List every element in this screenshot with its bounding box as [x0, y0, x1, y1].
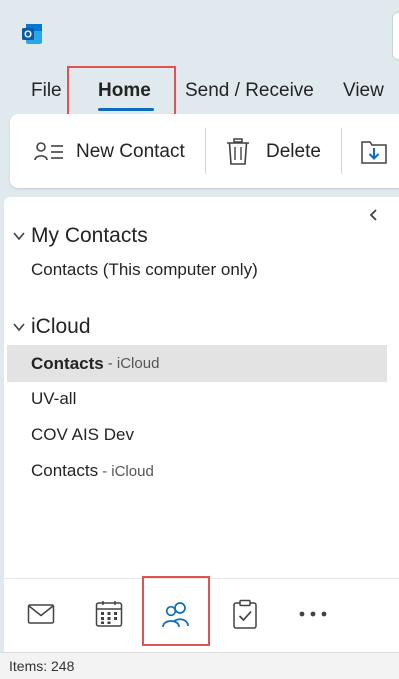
- tab-send-receive[interactable]: Send / Receive: [185, 80, 314, 102]
- new-contact-button[interactable]: New Contact: [34, 134, 185, 170]
- trash-icon: [226, 138, 250, 166]
- title-bar: O: [0, 0, 399, 68]
- people-icon[interactable]: [161, 599, 191, 629]
- delete-label: Delete: [266, 141, 321, 162]
- folder-item[interactable]: Contacts - iCloud: [7, 454, 387, 488]
- group-title: My Contacts: [31, 224, 148, 247]
- ribbon-tabs: File Home Send / Receive View: [0, 72, 399, 112]
- folder-label: UV-all: [31, 389, 77, 408]
- tab-file[interactable]: File: [31, 80, 62, 102]
- tab-view[interactable]: View: [343, 80, 384, 102]
- folder-item[interactable]: UV-all: [7, 382, 387, 416]
- chevron-down-icon: [13, 323, 25, 332]
- ribbon-separator: [205, 128, 206, 174]
- folder-item[interactable]: Contacts (This computer only): [7, 253, 387, 287]
- more-icon[interactable]: [298, 599, 328, 629]
- tab-home[interactable]: Home: [98, 80, 151, 102]
- move-button[interactable]: [360, 134, 388, 170]
- folder-label: Contacts (This computer only): [31, 260, 258, 279]
- folder-label: COV AIS Dev: [31, 425, 134, 444]
- tasks-icon[interactable]: [230, 599, 260, 629]
- ribbon-separator: [341, 128, 342, 174]
- new-contact-label: New Contact: [76, 141, 185, 162]
- new-contact-icon: [34, 141, 64, 163]
- search-box[interactable]: [392, 12, 399, 60]
- group-title: iCloud: [31, 315, 91, 338]
- mail-icon[interactable]: [26, 599, 56, 629]
- ribbon-command-bar: New Contact Delete: [10, 114, 399, 188]
- folder-item[interactable]: COV AIS Dev: [7, 418, 387, 452]
- move-to-folder-icon: [360, 138, 388, 166]
- outlook-icon: O: [20, 22, 44, 46]
- item-count: Items: 248: [9, 658, 75, 674]
- chevron-down-icon: [13, 232, 25, 241]
- status-bar: Items: 248: [0, 652, 399, 679]
- group-icloud[interactable]: iCloud: [12, 313, 91, 341]
- folder-account-suffix: - iCloud: [107, 355, 160, 372]
- group-my-contacts[interactable]: My Contacts: [12, 222, 148, 250]
- calendar-icon[interactable]: [94, 599, 124, 629]
- folder-label: Contacts: [31, 353, 104, 373]
- active-tab-indicator: [98, 108, 154, 111]
- delete-button[interactable]: Delete: [226, 134, 321, 170]
- folder-label: Contacts: [31, 461, 99, 480]
- folder-account-suffix: - iCloud: [102, 462, 154, 480]
- collapse-pane-icon[interactable]: [366, 207, 382, 223]
- module-nav-bar: [4, 578, 399, 652]
- folder-item-selected[interactable]: Contacts - iCloud: [7, 345, 387, 382]
- svg-text:O: O: [24, 30, 32, 41]
